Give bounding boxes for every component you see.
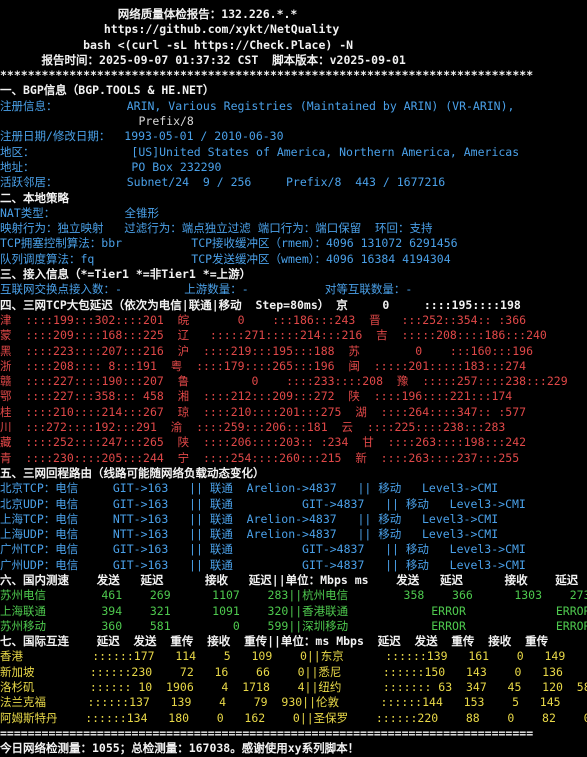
terminal-line: 报告时间：2025-09-07 01:37:32 CST 脚本版本：v2025-… — [0, 52, 406, 67]
terminal-line: 北京UDP：电信 GIT->163 || 联通 GIT->4837 || 移动 … — [0, 496, 526, 511]
terminal-line: 北京TCP：电信 GIT->163 || 联通 Arelion->4837 ||… — [0, 481, 499, 496]
terminal-line: 新加坡 ::::::230 72 16 66 0||悉尼 ::::::150 1… — [0, 664, 587, 679]
terminal-line: TCP拥塞控制算法：bbr TCP接收缓冲区（rmem）：4096 131072… — [0, 236, 458, 251]
terminal-line: 上海UDP：电信 NTT->163 || 联通 Arelion->4837 ||… — [0, 527, 499, 542]
terminal-line: 阿姆斯特丹 ::::::134 180 0 162 0||圣保罗 ::::::2… — [0, 710, 587, 725]
terminal-line: 藏 ::::252::::247:::265 陕 ::::206::::203:… — [0, 435, 527, 450]
terminal-line: NAT类型： 全锥形 — [0, 205, 160, 220]
terminal-line: 今日网络检测量：1055；总检测量：167038。感谢使用xy系列脚本！ — [0, 741, 360, 756]
terminal-line: bash <(curl -sL https://Check.Place) -N — [0, 37, 354, 52]
terminal-line: 五、三网回程路由（线路可能随网络负载动态变化） — [0, 465, 265, 480]
terminal-line: 黑 ::::223::::207:::216 沪 ::::219:::195::… — [0, 343, 533, 358]
terminal-line: 七、国际互连 延迟 发送 重传 接收 重传||单位：ms Mbps 延迟 发送 … — [0, 634, 549, 649]
terminal-line: 网络质量体检报告：132.226.*.* — [0, 7, 298, 21]
terminal-line: 苏州移动 360 581 0 599||深圳移动 ERROR ERROR — [0, 618, 587, 633]
terminal-line: 队列调度算法：fq TCP发送缓冲区（wmem）：4096 16384 4194… — [0, 251, 451, 266]
terminal-line: 蒙 ::::209::::168:::225 辽 :::::271:::::21… — [0, 328, 547, 343]
terminal-line: 互联网交换点接入数：- 上游数量：- 对等互联数量：- — [0, 282, 413, 297]
terminal-line: 浙 ::::208:::: 8:::191 粤 ::::179::::265::… — [0, 358, 527, 373]
terminal-line: 赣 ::::227::::190:::207 鲁 0 ::::233::::20… — [0, 374, 568, 389]
terminal-line: https://github.com/xykt/NetQuality — [0, 22, 340, 37]
terminal-line: 映射行为：独立映射 过滤行为：端点独立过滤 端口行为：端口保留 环回：支持 — [0, 221, 433, 236]
terminal-line: 地址： PO Box 232290 — [0, 159, 222, 174]
terminal-line: 二、本地策略 — [0, 190, 69, 205]
terminal-line: ****************************************… — [0, 68, 534, 83]
terminal-line: 津 ::::199:::302::::201 皖 0 :::186:::243 … — [0, 312, 527, 327]
terminal-line: 四、三网TCP大包延迟（依次为电信|联通|移动 Step=80ms） 京 0 :… — [0, 297, 521, 312]
terminal-line: 注册日期/修改日期： 1993-05-01 / 2010-06-30 — [0, 129, 284, 144]
terminal-line: 上海TCP：电信 NTT->163 || 联通 Arelion->4837 ||… — [0, 511, 499, 526]
terminal-line: 苏州电信 461 269 1107 283||杭州电信 358 366 1303… — [0, 588, 587, 603]
terminal-output: 网络质量体检报告：132.226.*.* https://github.com/… — [0, 7, 587, 757]
terminal-line: 注册信息： ARIN, Various Registries (Maintain… — [0, 98, 515, 113]
terminal-line: 一、BGP信息（BGP.TOOLS & HE.NET） — [0, 83, 215, 98]
terminal-line: 六、国内测速 发送 延迟 接收 延迟||单位：Mbps ms 发送 延迟 接收 … — [0, 572, 579, 587]
terminal-line: 上海联通 394 321 1091 320||香港联通 ERROR ERROR — [0, 603, 587, 618]
terminal-line: 活跃邻居： Subnet/24 9 / 256 Prefix/8 443 / 1… — [0, 175, 446, 190]
terminal-line: 桂 ::::210::::214:::267 琼 ::::210::::201:… — [0, 404, 527, 419]
terminal-line: 三、接入信息（*=Tier1 *=非Tier1 *=上游） — [0, 267, 252, 282]
terminal-line: 广州UDP：电信 GIT->163 || 联通 GIT->4837 || 移动 … — [0, 557, 526, 572]
terminal-line: 广州TCP：电信 GIT->163 || 联通 GIT->4837 || 移动 … — [0, 542, 526, 557]
terminal-line: 鄂 ::::227:::358::: 458 湘 ::::212:::209::… — [0, 389, 513, 404]
terminal-line: 地区： [US]United States of America, Northe… — [0, 144, 520, 159]
terminal-line: 洛杉矶 :::::: 10 1906 4 1718 4||纽约 ::::::: … — [0, 680, 587, 695]
terminal-line: 法兰克福 ::::::137 139 4 79 930||伦敦 ::::::14… — [0, 695, 587, 710]
terminal-line: 川 :::272::::192:::291 渝 ::::259:::206:::… — [0, 420, 506, 435]
terminal-line: ========================================… — [0, 725, 534, 740]
terminal-line: Prefix/8 — [0, 114, 194, 129]
terminal-line: 青 ::::230::::205:::244 宁 ::::254::::260:… — [0, 450, 520, 465]
terminal-line: 香港 ::::::177 114 5 109 0||东京 ::::::139 1… — [0, 649, 587, 664]
